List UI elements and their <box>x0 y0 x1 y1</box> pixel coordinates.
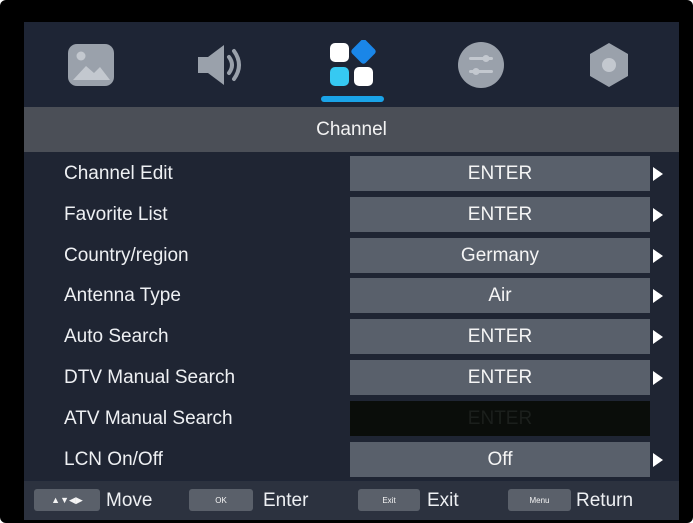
active-tab-indicator <box>321 96 384 102</box>
menu-row-value[interactable]: Germany <box>350 238 650 273</box>
menu-row[interactable]: Favorite List ENTER <box>24 195 679 234</box>
menu-row[interactable]: Antenna Type Air <box>24 276 679 315</box>
chevron-right-icon[interactable] <box>652 166 664 182</box>
menu-row-label: Antenna Type <box>64 285 181 306</box>
picture-icon[interactable] <box>66 40 116 90</box>
exit-hint-label: Exit <box>427 490 459 511</box>
chevron-right-icon[interactable] <box>652 288 664 304</box>
menu-row-label: DTV Manual Search <box>64 367 236 388</box>
menu-row[interactable]: Channel Edit ENTER <box>24 154 679 193</box>
settings-icon[interactable] <box>584 40 634 90</box>
menu-row[interactable]: Country/region Germany <box>24 236 679 275</box>
menu-row-value[interactable]: ENTER <box>350 319 650 354</box>
move-hint-label: Move <box>106 490 153 511</box>
top-tab-bar <box>24 22 679 104</box>
sound-icon[interactable] <box>195 40 245 90</box>
tv-screen: Channel Channel Edit ENTER Favorite List EN… <box>0 0 693 523</box>
enter-hint-label: Enter <box>263 490 309 511</box>
footer-hint-bar: ▲▼◀▶ Move OK Enter Exit Exit Menu Return <box>24 481 679 520</box>
menu-row[interactable]: Auto Search ENTER <box>24 317 679 356</box>
menu-row-value[interactable]: ENTER <box>350 360 650 395</box>
tv-menu: Channel Channel Edit ENTER Favorite List EN… <box>24 22 679 520</box>
ok-key-icon: OK <box>189 489 253 511</box>
menu-row-label: ATV Manual Search <box>64 408 233 429</box>
function-icon[interactable] <box>456 40 506 90</box>
menu-row-label: Country/region <box>64 245 189 266</box>
menu-row-label: Favorite List <box>64 204 168 225</box>
chevron-right-icon[interactable] <box>652 248 664 264</box>
menu-row[interactable]: DTV Manual Search ENTER <box>24 358 679 397</box>
menu-row-value[interactable]: Off <box>350 442 650 477</box>
exit-key-icon: Exit <box>358 489 420 511</box>
menu-row-label: Auto Search <box>64 326 169 347</box>
arrow-keys-icon: ▲▼◀▶ <box>34 489 100 511</box>
menu-row-label: LCN On/Off <box>64 449 163 470</box>
chevron-right-icon[interactable] <box>652 452 664 468</box>
menu-key-icon: Menu <box>508 489 571 511</box>
menu-row-value[interactable]: ENTER <box>350 156 650 191</box>
page-title: Channel <box>24 107 679 152</box>
menu-list: Channel Edit ENTER Favorite List ENTER Count… <box>24 152 679 480</box>
return-hint-label: Return <box>576 490 634 511</box>
menu-row-value[interactable]: Air <box>350 278 650 313</box>
menu-row-value: ENTER <box>350 401 650 436</box>
chevron-right-icon[interactable] <box>652 329 664 345</box>
menu-row: ATV Manual Search ENTER <box>24 399 679 438</box>
menu-row-value[interactable]: ENTER <box>350 197 650 232</box>
channel-icon[interactable] <box>327 39 377 90</box>
menu-row[interactable]: LCN On/Off Off <box>24 440 679 479</box>
menu-row-label: Channel Edit <box>64 163 173 184</box>
chevron-right-icon[interactable] <box>652 370 664 386</box>
chevron-right-icon[interactable] <box>652 207 664 223</box>
